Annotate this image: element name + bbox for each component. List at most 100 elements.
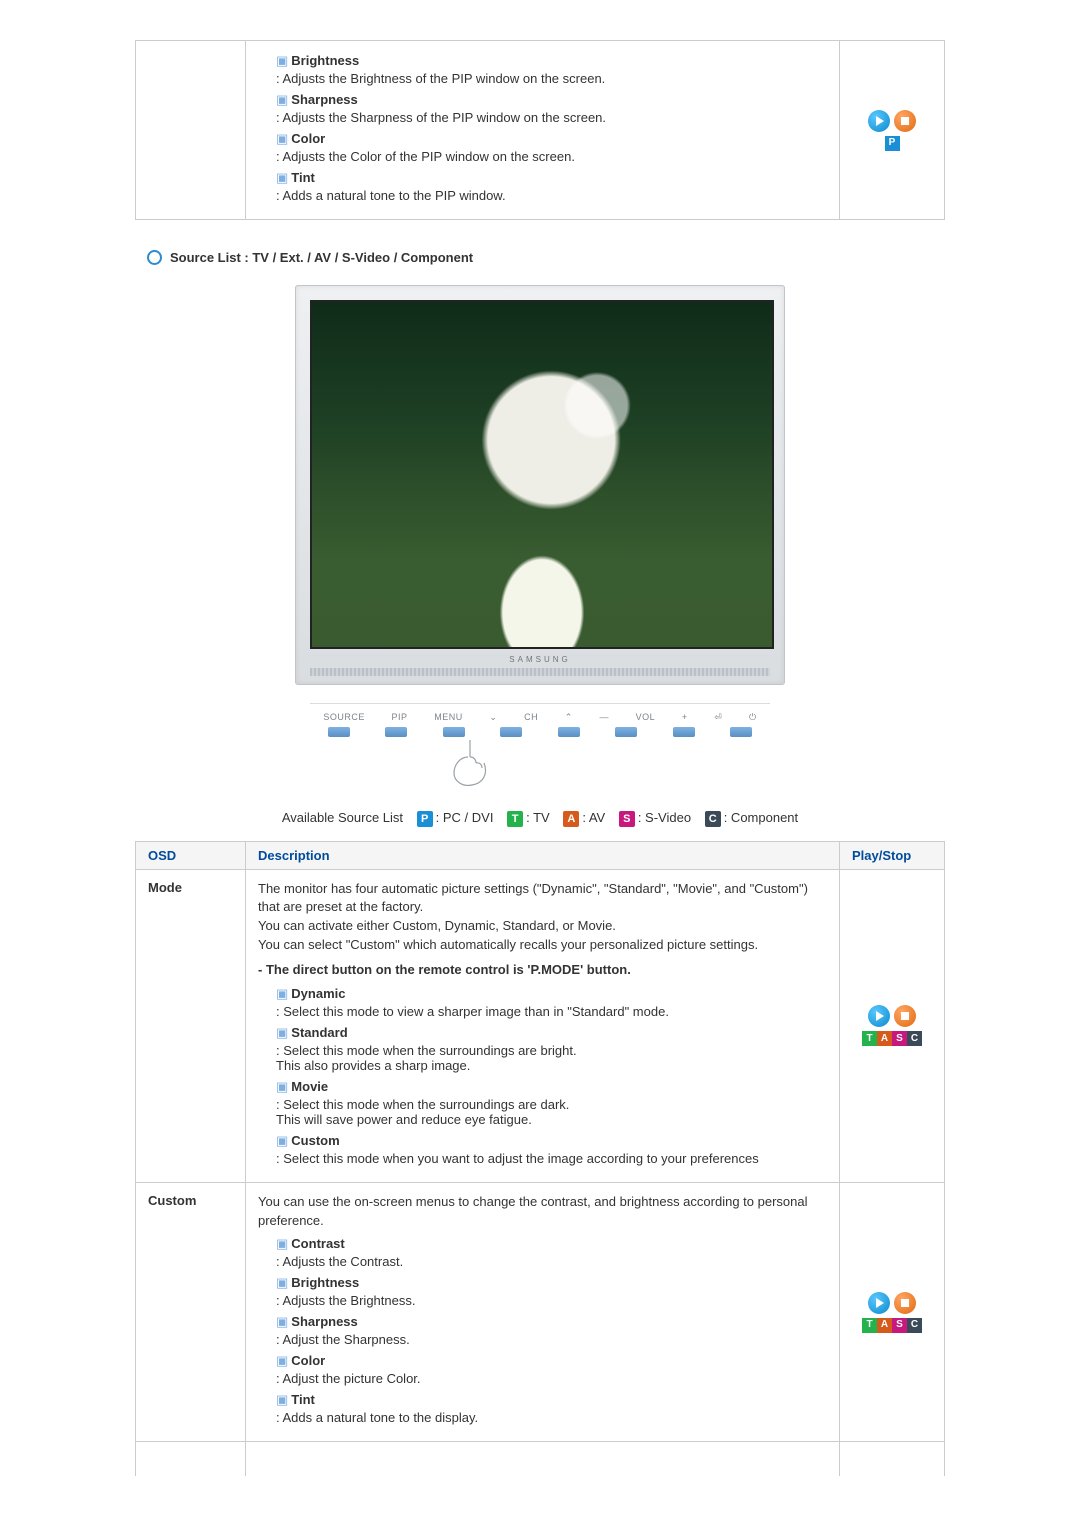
bullet-item: ▣Brightness	[276, 53, 827, 69]
item-desc: : Adjusts the Color of the PIP window on…	[276, 149, 827, 164]
badge-c: C	[907, 1031, 922, 1046]
ctrl-label: +	[682, 712, 688, 723]
badge-s: S	[619, 811, 635, 827]
item-title: Standard	[291, 1025, 347, 1040]
bullet-item: ▣Sharpness	[276, 1314, 827, 1330]
bullet-item: ▣Dynamic	[276, 986, 827, 1002]
item-desc: : Adds a natural tone to the display.	[276, 1410, 827, 1425]
desc-cell: You can use the on-screen menus to chang…	[246, 1182, 840, 1442]
badge-a: A	[877, 1031, 892, 1046]
bold-note: - The direct button on the remote contro…	[258, 961, 827, 980]
item-title: Color	[291, 131, 325, 146]
ctrl-label: CH	[524, 712, 538, 723]
item-title: Tint	[291, 170, 315, 185]
table-row	[136, 1442, 945, 1477]
badge-p: P	[417, 811, 433, 827]
section-bullet-icon	[147, 250, 162, 265]
ctrl-button[interactable]	[558, 727, 580, 737]
play-icon[interactable]	[868, 110, 890, 132]
bullet-item: ▣Color	[276, 131, 827, 147]
item-desc: : Adjust the Sharpness.	[276, 1332, 827, 1347]
play-stop-cell: T A S C	[840, 869, 945, 1182]
table-row: Custom You can use the on-screen menus t…	[136, 1182, 945, 1442]
osd-table: OSD Description Play/Stop Mode The monit…	[135, 841, 945, 1477]
ctrl-label: —	[599, 712, 609, 723]
top-partial-table: ▣Brightness : Adjusts the Brightness of …	[135, 40, 945, 220]
monitor-brand: SAMSUNG	[310, 655, 770, 664]
table-header-row: OSD Description Play/Stop	[136, 841, 945, 869]
control-labels: SOURCE PIP MENU ⌄ CH ⌃ — VOL + ⏎ ⏻	[310, 712, 770, 723]
monitor-screen	[310, 300, 774, 649]
legend-label: : TV	[526, 810, 550, 825]
item-desc: : Select this mode to view a sharper ima…	[276, 1004, 827, 1019]
badge-s: S	[892, 1318, 907, 1333]
item-desc: : Select this mode when the surroundings…	[276, 1097, 827, 1127]
item-desc: : Adjusts the Contrast.	[276, 1254, 827, 1269]
badge-p: P	[885, 136, 900, 151]
ctrl-button[interactable]	[730, 727, 752, 737]
item-title: Sharpness	[291, 92, 357, 107]
legend-prefix: Available Source List	[282, 810, 403, 825]
intro-text: You can use the on-screen menus to chang…	[258, 1193, 827, 1231]
ctrl-label: PIP	[392, 712, 408, 723]
ctrl-button[interactable]	[500, 727, 522, 737]
play-icon[interactable]	[868, 1005, 890, 1027]
play-stop-cell: T A S C	[840, 1182, 945, 1442]
section-header: Source List : TV / Ext. / AV / S-Video /…	[147, 250, 945, 265]
badge-a: A	[877, 1318, 892, 1333]
item-title: Dynamic	[291, 986, 345, 1001]
item-title: Brightness	[291, 53, 359, 68]
source-legend: Available Source List P: PC / DVI T: TV …	[135, 810, 945, 827]
bullet-item: ▣Color	[276, 1353, 827, 1369]
legend-label: : Component	[724, 810, 798, 825]
badge-t: T	[507, 811, 523, 827]
item-title: Sharpness	[291, 1314, 357, 1329]
ctrl-button[interactable]	[385, 727, 407, 737]
play-stop-cell: P	[840, 41, 945, 220]
ctrl-button[interactable]	[673, 727, 695, 737]
control-strip: SOURCE PIP MENU ⌄ CH ⌃ — VOL + ⏎ ⏻	[310, 703, 770, 737]
item-title: Tint	[291, 1392, 315, 1407]
stop-icon[interactable]	[894, 1005, 916, 1027]
bullet-item: ▣Sharpness	[276, 92, 827, 108]
item-desc: : Select this mode when the surroundings…	[276, 1043, 827, 1073]
badge-t: T	[862, 1318, 877, 1333]
osd-name: Custom	[136, 1182, 246, 1442]
item-desc: : Adjust the picture Color.	[276, 1371, 827, 1386]
ctrl-button[interactable]	[328, 727, 350, 737]
badge-t: T	[862, 1031, 877, 1046]
badge-c: C	[705, 811, 721, 827]
stop-icon[interactable]	[894, 110, 916, 132]
monitor-illustration: SAMSUNG SOURCE PIP MENU ⌄ CH ⌃ — VOL + ⏎…	[135, 285, 945, 800]
top-osd-cell	[136, 41, 246, 220]
top-desc-cell: ▣Brightness : Adjusts the Brightness of …	[246, 41, 840, 220]
bullet-item: ▣Tint	[276, 170, 827, 186]
osd-name: Mode	[136, 869, 246, 1182]
section-title: Source List : TV / Ext. / AV / S-Video /…	[170, 250, 473, 265]
item-desc: : Adjusts the Brightness.	[276, 1293, 827, 1308]
badge-s: S	[892, 1031, 907, 1046]
legend-label: : AV	[582, 810, 605, 825]
bullet-item: ▣Custom	[276, 1133, 827, 1149]
col-osd: OSD	[136, 841, 246, 869]
stop-icon[interactable]	[894, 1292, 916, 1314]
badge-c: C	[907, 1318, 922, 1333]
ctrl-label: ⌃	[565, 712, 573, 723]
badge-a: A	[563, 811, 579, 827]
ctrl-label: ⏻	[749, 712, 757, 723]
monitor-frame: SAMSUNG	[295, 285, 785, 685]
table-row: Mode The monitor has four automatic pict…	[136, 869, 945, 1182]
ctrl-label: ⏎	[714, 712, 722, 723]
bullet-item: ▣Tint	[276, 1392, 827, 1408]
item-title: Movie	[291, 1079, 328, 1094]
bullet-item: ▣Standard	[276, 1025, 827, 1041]
play-icon[interactable]	[868, 1292, 890, 1314]
col-playstop: Play/Stop	[840, 841, 945, 869]
empty-cell	[136, 1442, 246, 1477]
item-desc: : Select this mode when you want to adju…	[276, 1151, 827, 1166]
item-desc: : Adds a natural tone to the PIP window.	[276, 188, 827, 203]
empty-cell	[840, 1442, 945, 1477]
ctrl-button[interactable]	[615, 727, 637, 737]
item-title: Custom	[291, 1133, 339, 1148]
desc-cell: The monitor has four automatic picture s…	[246, 869, 840, 1182]
